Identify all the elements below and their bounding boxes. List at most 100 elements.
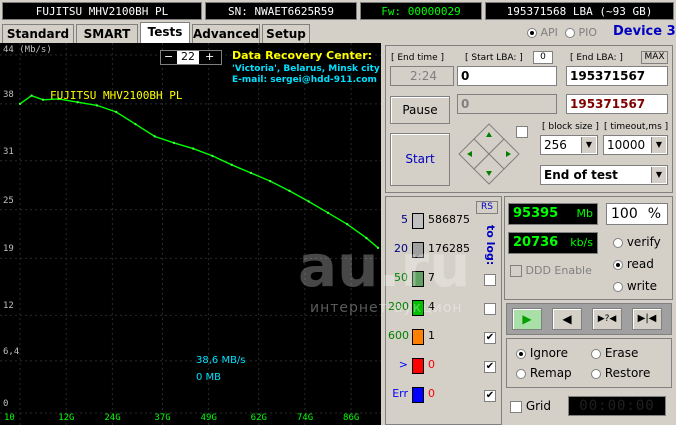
y-tick-label: 19 (3, 244, 14, 255)
mode-verify-radio[interactable]: verify (613, 235, 661, 249)
chevron-down-icon: ▼ (651, 167, 666, 183)
pio-radio[interactable]: PIO (565, 26, 597, 39)
action-ignore-radio[interactable]: Ignore (516, 346, 568, 360)
y-tick-label: 12 (3, 301, 14, 312)
read-label: read (626, 257, 654, 271)
skip-button[interactable]: ▶?◀ (592, 308, 622, 330)
speed-point (211, 154, 214, 158)
block-count: 0 (428, 387, 435, 400)
x-tick-label: 24G (104, 413, 121, 423)
device-label: Device 3 (613, 24, 676, 39)
elapsed-timer: 00:00:00 (568, 396, 666, 416)
log-checkbox[interactable] (484, 274, 496, 286)
start-lba-label: [ Start LBA: ] (465, 53, 523, 63)
y-tick-label: 6,4 (3, 346, 20, 357)
percent-display: 100% (606, 203, 668, 225)
block-count: 1 (428, 329, 435, 342)
zoom-plus-button[interactable]: + (205, 50, 214, 63)
x-tick-label: 74G (296, 413, 314, 423)
api-label: API (540, 26, 558, 39)
end-time-field[interactable]: 2:24 (390, 66, 454, 86)
block-threshold: Err (392, 387, 408, 400)
tab-advanced[interactable]: Advanced (192, 24, 260, 43)
action-erase-radio[interactable]: Erase (591, 346, 638, 360)
speed-point (18, 102, 22, 106)
x-tick-label: 37G (154, 413, 171, 423)
zoom-control[interactable]: − 22 + (160, 50, 222, 65)
pause-button[interactable]: Pause (390, 96, 450, 124)
mode-write-radio[interactable]: write (613, 279, 657, 293)
speed-point (41, 98, 45, 101)
log-checkbox[interactable]: ✔ (484, 332, 496, 344)
x-tick-label: 12G (58, 413, 75, 423)
device-info-bar: FUJITSU MHV2100BH PL SN: NWAET6625R59 Fw… (0, 0, 676, 22)
play-button[interactable]: ▶ (512, 308, 542, 330)
nav-checkbox[interactable] (516, 126, 528, 138)
grid-checkbox[interactable]: Grid (510, 399, 551, 413)
end-time-label: [ End time ] (391, 53, 445, 63)
step-back-button[interactable]: ◀ (552, 308, 582, 330)
tab-smart[interactable]: SMART (76, 24, 138, 43)
grid-label: Grid (525, 399, 552, 413)
lba-display: 195371568 LBA (~93 GB) (485, 2, 674, 20)
y-tick-label: 44 (Mb/s) (3, 45, 52, 55)
start-lba-aux[interactable]: 0 (533, 51, 553, 64)
ignore-radio-dot (516, 348, 526, 359)
speed-point (249, 171, 253, 175)
block-row: 600 1 ✔ (386, 329, 503, 349)
block-row: 5 586875 (386, 213, 503, 233)
navigation-pad[interactable] (458, 122, 520, 186)
zoom-minus-button[interactable]: − (164, 50, 173, 63)
end-action-select[interactable]: End of test ▼ (540, 165, 668, 185)
chart-model-label: FUJITSU MHV2100BH PL (50, 89, 183, 102)
speed-point (192, 147, 195, 150)
block-size-label: [ block size ] (542, 122, 599, 132)
timeout-select[interactable]: 10000 ▼ (603, 135, 668, 155)
speed-unit: kb/s (570, 236, 593, 249)
action-remap-radio[interactable]: Remap (516, 366, 572, 380)
action-restore-radio[interactable]: Restore (591, 366, 650, 380)
ddd-enable-checkbox[interactable]: DDD Enable (510, 264, 592, 277)
grid-checkbox-box (510, 400, 522, 413)
block-color-swatch (412, 387, 424, 403)
end-action-value: End of test (544, 168, 618, 182)
ddd-checkbox-box (510, 265, 522, 277)
block-size-select[interactable]: 256 ▼ (540, 135, 598, 155)
zoom-value[interactable]: 22 (177, 51, 199, 64)
chevron-down-icon: ▼ (651, 137, 666, 153)
drc-email: E-mail: sergei@hdd-911.com (232, 75, 377, 85)
end-lba-input[interactable]: 195371567 (566, 66, 668, 86)
block-count: 586875 (428, 213, 470, 226)
write-radio-dot (613, 281, 623, 292)
y-tick-label: 38 (3, 89, 14, 100)
tab-tests[interactable]: Tests (140, 22, 190, 43)
block-threshold: 5 (401, 213, 408, 226)
block-threshold: > (398, 358, 408, 371)
mode-read-radio[interactable]: read (613, 257, 654, 271)
drc-title: Data Recovery Center: (232, 49, 373, 62)
read-radio-dot (613, 259, 623, 270)
log-checkbox[interactable]: ✔ (484, 361, 496, 373)
end-time-value: 2:24 (410, 69, 437, 83)
end-button[interactable]: ▶|◀ (632, 308, 662, 330)
speed-point (134, 122, 137, 126)
block-row: Err 0 ✔ (386, 387, 503, 407)
log-checkbox[interactable]: ✔ (484, 390, 496, 402)
tab-setup[interactable]: Setup (262, 24, 310, 43)
tab-standard[interactable]: Standard (2, 24, 74, 43)
serial-display: SN: NWAET6625R59 (205, 2, 357, 20)
restore-label: Restore (604, 366, 651, 380)
start-button[interactable]: Start (390, 133, 450, 186)
block-color-swatch (412, 329, 424, 345)
speed-point (115, 110, 118, 114)
ddd-label: DDD Enable (525, 264, 592, 277)
api-radio[interactable]: API (527, 26, 558, 39)
pio-label: PIO (578, 26, 598, 39)
erase-radio-dot (591, 348, 601, 359)
max-lba-button[interactable]: MAX (641, 51, 668, 64)
start-lba-input[interactable]: 0 (457, 66, 557, 86)
mb-read-value: 95395 (513, 206, 559, 221)
speed-point (269, 179, 272, 183)
log-checkbox[interactable] (484, 303, 496, 315)
speed-point (230, 163, 233, 167)
